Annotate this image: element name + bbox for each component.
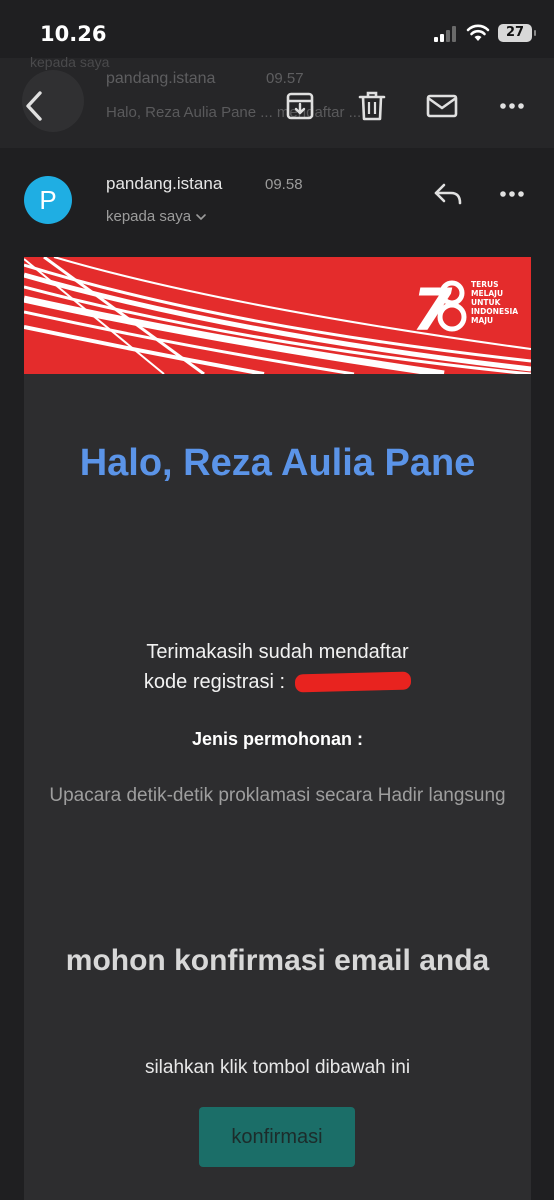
banner-tagline: TERUS MELAJU UNTUK INDONESIA MAJU: [471, 280, 518, 325]
recipient-label: kepada saya: [106, 208, 192, 225]
registration-code-line: kode registrasi :: [143, 667, 412, 697]
greeting-heading: Halo, Reza Aulia Pane: [79, 442, 476, 484]
battery-indicator: 27: [498, 24, 536, 42]
sender-name: pandang.istana: [106, 174, 223, 193]
thanks-text: Terimakasih sudah mendaftar: [146, 641, 409, 663]
recipient-details-toggle[interactable]: kepada saya: [106, 208, 207, 225]
email-header: P pandang.istana 09.58 kepada saya: [0, 160, 554, 252]
reply-button[interactable]: [430, 176, 466, 212]
status-time: 10.26: [40, 22, 107, 46]
delete-icon: [358, 91, 386, 121]
more-icon: [500, 191, 524, 197]
svg-text:UNTUK: UNTUK: [471, 298, 502, 307]
email-body: 7 TERUS MELAJU UNTUK INDONESIA MAJU Halo…: [24, 257, 531, 1200]
request-type-label: Jenis permohonan :: [191, 729, 364, 749]
cellular-signal-icon: [434, 26, 456, 42]
svg-text:TERUS: TERUS: [471, 280, 499, 289]
chevron-down-icon: [196, 213, 206, 220]
registration-thanks: Terimakasih sudah mendaftar kode registr…: [24, 637, 531, 697]
more-options-button[interactable]: [492, 86, 532, 126]
confirm-instruction: silahkan klik tombol dibawah ini: [144, 1057, 411, 1078]
svg-text:INDONESIA: INDONESIA: [471, 307, 518, 316]
delete-button[interactable]: [352, 86, 392, 126]
status-bar: 10.26 27: [0, 0, 554, 58]
confirm-button[interactable]: konfirmasi: [199, 1107, 355, 1167]
registration-code-redacted: [294, 671, 412, 693]
banner-stripes-graphic: 7 TERUS MELAJU UNTUK INDONESIA MAJU: [24, 257, 531, 374]
email-time: 09.58: [265, 176, 303, 193]
more-icon: [500, 103, 524, 109]
back-button[interactable]: [14, 86, 54, 126]
hut-ri-78-banner: 7 TERUS MELAJU UNTUK INDONESIA MAJU: [24, 257, 531, 374]
email-more-button[interactable]: [494, 176, 530, 212]
wifi-icon: [466, 24, 490, 41]
mail-icon: [426, 94, 458, 118]
email-toolbar: [0, 68, 554, 148]
request-type-value: Upacara detik-detik proklamasi secara Ha…: [49, 785, 506, 806]
back-arrow-icon: [26, 91, 42, 121]
archive-icon: [286, 92, 314, 120]
mark-unread-button[interactable]: [422, 86, 462, 126]
archive-button[interactable]: [280, 86, 320, 126]
hut-ri-78-logo-icon: 7: [412, 276, 467, 344]
reply-icon: [434, 183, 462, 205]
svg-text:MELAJU: MELAJU: [471, 289, 503, 298]
confirm-email-heading: mohon konfirmasi email anda: [65, 944, 490, 977]
registration-code-label: kode registrasi :: [143, 671, 286, 693]
svg-text:MAJU: MAJU: [471, 316, 493, 325]
sender-avatar[interactable]: P: [24, 176, 72, 224]
